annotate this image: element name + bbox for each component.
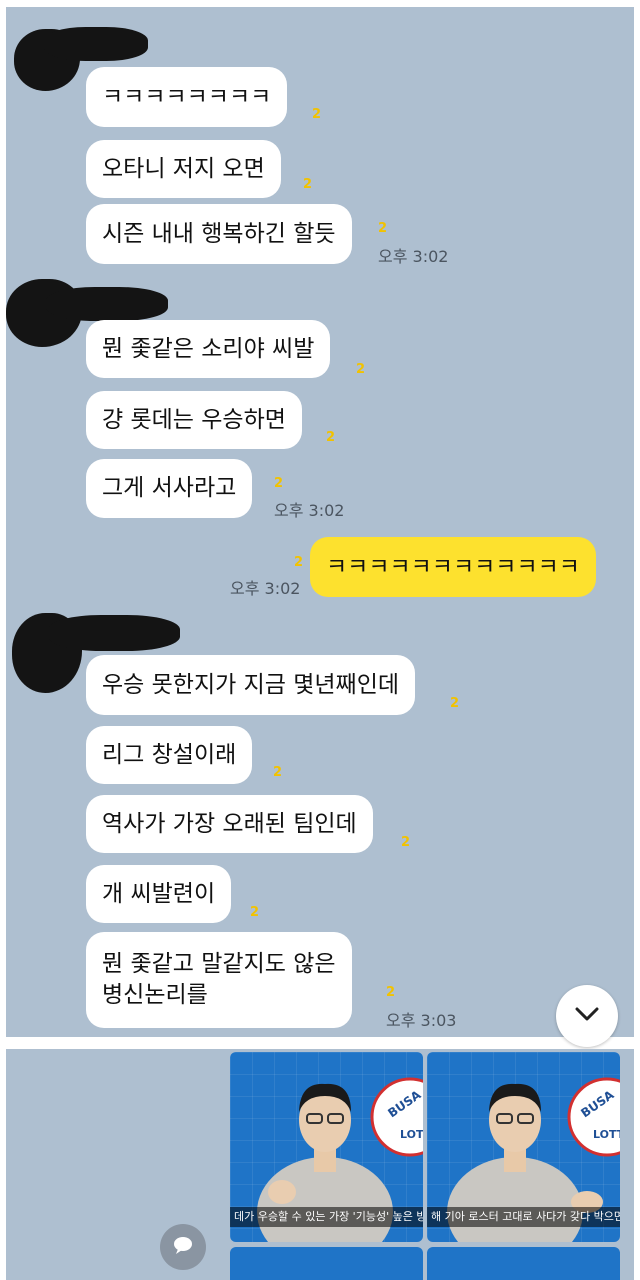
- message-text: 개 씨발련이: [102, 880, 216, 907]
- unread-count: 2: [450, 696, 460, 711]
- unread-count: 2: [386, 985, 396, 1000]
- video-thumbnail[interactable]: [230, 1247, 423, 1280]
- redacted-name: [46, 287, 168, 321]
- message-bubble[interactable]: 우승 못한지가 지금 몇년째인데: [86, 655, 416, 715]
- unread-count: 2: [378, 221, 388, 236]
- video-caption: 데가 우승할 수 있는 가장 '기능성' 높은 방법이 뭐: [230, 1207, 423, 1227]
- message-bubble[interactable]: ㅋㅋㅋㅋㅋㅋㅋㅋ: [86, 67, 288, 127]
- unread-count: 2: [294, 555, 304, 570]
- message-text-line: 뭔 좇같고 말같지도 않은: [102, 951, 336, 977]
- message-bubble[interactable]: 뭔 좇같은 소리야 씨발: [86, 320, 331, 378]
- message-text: 걍 롯데는 우승하면: [102, 406, 286, 433]
- message-text: 우승 못한지가 지금 몇년째인데: [102, 671, 400, 698]
- media-panel[interactable]: BUSA LOTT 데가 우승할 수 있는 가장 '기능성' 높은 방법이 뭐 …: [6, 1049, 634, 1280]
- unread-count: 2: [312, 107, 322, 122]
- message-time: 오후 3:02: [378, 247, 449, 266]
- message-text: ㅋㅋㅋㅋㅋㅋㅋㅋ: [102, 83, 272, 110]
- message-bubble[interactable]: 뭔 좇같고 말같지도 않은 병신논리를: [86, 932, 352, 1028]
- message-bubble[interactable]: 오타니 저지 오면: [86, 140, 281, 198]
- unread-count: 2: [273, 765, 283, 780]
- message-time: 오후 3:03: [386, 1011, 457, 1030]
- unread-count: 2: [356, 362, 366, 377]
- scroll-to-bottom-button[interactable]: [556, 985, 618, 1047]
- chat-shortcut-button[interactable]: [160, 1224, 206, 1270]
- video-thumbnail[interactable]: BUSA LOTT 해 기아 로스터 고대로 사다가 갖다 박으면 되잖아: [427, 1052, 620, 1242]
- unread-count: 2: [401, 835, 411, 850]
- message-text: 역사가 가장 오래된 팀인데: [102, 810, 357, 837]
- unread-count: 2: [303, 177, 313, 192]
- redacted-name: [44, 27, 148, 61]
- message-text: 시즌 내내 행복하긴 할듯: [102, 220, 336, 247]
- unread-count: 2: [250, 905, 260, 920]
- message-text: ㅋㅋㅋㅋㅋㅋㅋㅋㅋㅋㅋㅋ: [326, 553, 580, 580]
- message-bubble[interactable]: 개 씨발련이: [86, 865, 232, 923]
- chat-area[interactable]: ㅋㅋㅋㅋㅋㅋㅋㅋ 2 오타니 저지 오면 2 시즌 내내 행복하긴 할듯 2 오…: [6, 7, 634, 1037]
- chat-bubble-icon: [172, 1235, 194, 1259]
- message-bubble[interactable]: 걍 롯데는 우승하면: [86, 391, 302, 449]
- unread-count: 2: [274, 476, 284, 491]
- message-bubble[interactable]: 리그 창설이래: [86, 726, 253, 784]
- message-bubble[interactable]: 시즌 내내 행복하긴 할듯: [86, 204, 352, 264]
- unread-count: 2: [326, 430, 336, 445]
- message-bubble[interactable]: 그게 서사라고: [86, 459, 253, 518]
- my-message-bubble[interactable]: ㅋㅋㅋㅋㅋㅋㅋㅋㅋㅋㅋㅋ: [310, 537, 596, 597]
- logo-text: LOTT: [593, 1128, 620, 1141]
- message-time: 오후 3:02: [230, 579, 301, 598]
- message-bubble[interactable]: 역사가 가장 오래된 팀인데: [86, 795, 373, 853]
- message-text: 뭔 좇같은 소리야 씨발: [102, 335, 315, 362]
- message-time: 오후 3:02: [274, 501, 345, 520]
- video-thumbnail[interactable]: [427, 1247, 620, 1280]
- message-text-line: 병신논리를: [102, 982, 208, 1008]
- redacted-name: [48, 615, 180, 651]
- message-text: 오타니 저지 오면: [102, 155, 265, 182]
- chevron-down-icon: [574, 1006, 600, 1026]
- video-caption: 해 기아 로스터 고대로 사다가 갖다 박으면 되잖아: [427, 1207, 620, 1227]
- video-thumbnail[interactable]: BUSA LOTT 데가 우승할 수 있는 가장 '기능성' 높은 방법이 뭐: [230, 1052, 423, 1242]
- message-text: 리그 창설이래: [102, 741, 237, 768]
- logo-text: LOTT: [400, 1128, 423, 1141]
- message-text: 그게 서사라고: [102, 475, 237, 501]
